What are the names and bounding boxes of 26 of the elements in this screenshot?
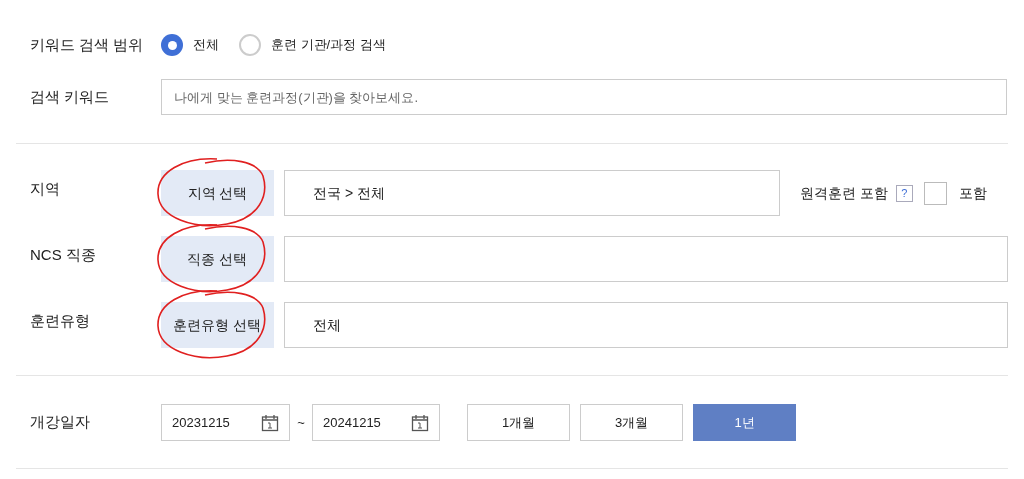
remote-label: 원격훈련 포함 bbox=[800, 183, 888, 203]
field-label: 훈련유형 bbox=[29, 311, 91, 331]
calendar-icon[interactable] bbox=[411, 413, 429, 432]
help-icon[interactable]: ? bbox=[895, 184, 913, 202]
value-field: 전국 > 전체 bbox=[284, 170, 780, 216]
date-field[interactable]: 20231215 bbox=[161, 404, 290, 441]
checkbox-label: 포함 bbox=[958, 183, 987, 203]
value-field: 전체 bbox=[283, 302, 1008, 348]
field-label: 개강일자 bbox=[29, 412, 91, 433]
select-button[interactable]: 지역 선택 bbox=[161, 170, 274, 216]
radio-option[interactable]: 전체 bbox=[161, 34, 219, 56]
search-field[interactable]: 나에게 맞는 훈련과정(기관)을 찾아보세요. bbox=[161, 79, 1007, 115]
field-label: NCS 직종 bbox=[29, 245, 97, 265]
date-field[interactable]: 20241215 bbox=[312, 404, 440, 441]
range-separator: ~ bbox=[296, 413, 306, 432]
field-label: 검색 키워드 bbox=[29, 86, 111, 107]
select-button[interactable]: 직종 선택 bbox=[160, 236, 274, 282]
radio-option[interactable]: 훈련 기관/과정 검색 bbox=[239, 34, 386, 56]
field-label: 키워드 검색 범위 bbox=[29, 34, 145, 55]
select-button[interactable]: 훈련유형 선택 bbox=[160, 302, 274, 348]
period-button[interactable]: 1개월 bbox=[467, 404, 570, 441]
field-label: 지역 bbox=[29, 179, 61, 199]
period-button[interactable]: 1년 bbox=[693, 404, 796, 441]
checkbox[interactable] bbox=[923, 181, 947, 205]
calendar-icon[interactable] bbox=[261, 413, 279, 432]
period-button[interactable]: 3개월 bbox=[580, 404, 683, 441]
